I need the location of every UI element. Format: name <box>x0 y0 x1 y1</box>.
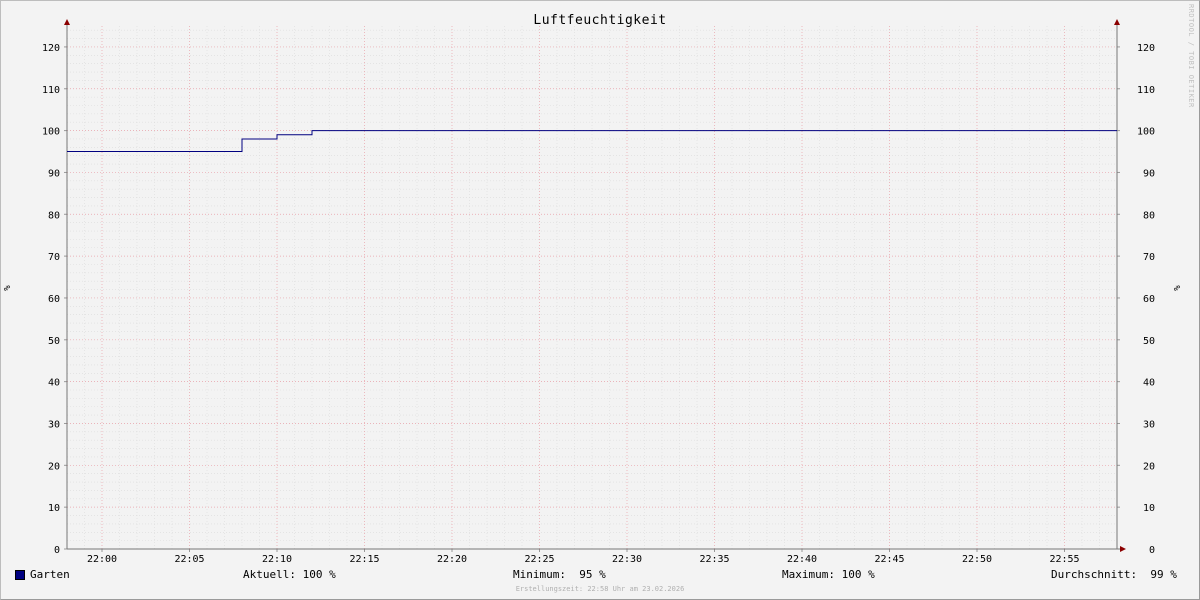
humidity-chart: 0 0 10 10 20 20 30 30 40 40 50 50 60 60 70 70 80 80 90 90 10… <box>3 13 1183 565</box>
y-tick-label-right: 20 <box>1143 461 1155 472</box>
creation-time-footer: Erstellungszeit: 22:58 Uhr am 23.02.2026 <box>515 585 685 593</box>
y-tick-label-right: 120 <box>1137 43 1155 54</box>
legend: Garten Aktuell: 100 % Minimum: 95 % Maxi… <box>0 568 1200 584</box>
y-tick-label-right: 10 <box>1143 503 1155 514</box>
y-axis-label-right: % <box>1173 285 1183 291</box>
y-tick-label-left: 10 <box>48 503 60 514</box>
x-tick-label: 22:25 <box>524 554 554 565</box>
x-tick-label: 22:35 <box>699 554 729 565</box>
y-tick-label-left: 80 <box>48 210 60 221</box>
tick-labels: 0 0 10 10 20 20 30 30 40 40 50 50 60 60 70 70 80 80 90 90 10… <box>42 43 1155 565</box>
y-axis-arrow-right <box>1114 19 1120 25</box>
y-tick-label-right: 80 <box>1143 210 1155 221</box>
series-layer <box>67 130 1117 152</box>
x-tick-label: 22:45 <box>874 554 904 565</box>
y-tick-label-left: 120 <box>42 43 60 54</box>
y-tick-label-right: 110 <box>1137 85 1155 96</box>
y-tick-label-left: 60 <box>48 294 60 305</box>
y-tick-label-right: 40 <box>1143 378 1155 389</box>
axes <box>64 19 1126 552</box>
rrdtool-watermark: RRDTOOL / TOBI OETIKER <box>1187 4 1195 108</box>
y-tick-label-left: 40 <box>48 378 60 389</box>
y-tick-label-right: 100 <box>1137 127 1155 138</box>
y-axis-label-left: % <box>3 285 13 291</box>
y-tick-label-right: 70 <box>1143 252 1155 263</box>
legend-current: Aktuell: 100 % <box>243 568 336 581</box>
y-tick-label-right: 30 <box>1143 419 1155 430</box>
x-tick-label: 22:30 <box>612 554 642 565</box>
legend-average: Durchschnitt: 99 % <box>1051 568 1177 581</box>
series-line-garten <box>67 130 1117 152</box>
legend-minimum: Minimum: 95 % <box>513 568 606 581</box>
y-tick-label-left: 90 <box>48 168 60 179</box>
y-tick-label-right: 50 <box>1143 336 1155 347</box>
legend-maximum: Maximum: 100 % <box>782 568 875 581</box>
x-tick-label: 22:20 <box>437 554 467 565</box>
chart-title: Luftfeuchtigkeit <box>533 13 666 28</box>
y-tick-label-left: 110 <box>42 85 60 96</box>
x-tick-label: 22:40 <box>787 554 817 565</box>
y-tick-label-right: 60 <box>1143 294 1155 305</box>
y-axis-arrow-left <box>64 19 70 25</box>
y-tick-label-left: 50 <box>48 336 60 347</box>
y-tick-label-left: 0 <box>54 545 60 556</box>
y-tick-label-left: 100 <box>42 127 60 138</box>
minor-grid <box>66 26 1118 549</box>
x-tick-label: 22:15 <box>349 554 379 565</box>
x-axis-arrow <box>1120 546 1126 552</box>
y-tick-label-left: 70 <box>48 252 60 263</box>
y-tick-label-right: 0 <box>1149 545 1155 556</box>
legend-series-name: Garten <box>30 568 70 581</box>
y-tick-label-right: 90 <box>1143 168 1155 179</box>
x-tick-label: 22:55 <box>1049 554 1079 565</box>
y-tick-label-left: 30 <box>48 419 60 430</box>
x-tick-label: 22:00 <box>87 554 117 565</box>
x-tick-label: 22:05 <box>174 554 204 565</box>
x-tick-label: 22:50 <box>962 554 992 565</box>
y-tick-label-left: 20 <box>48 461 60 472</box>
x-tick-label: 22:10 <box>262 554 292 565</box>
